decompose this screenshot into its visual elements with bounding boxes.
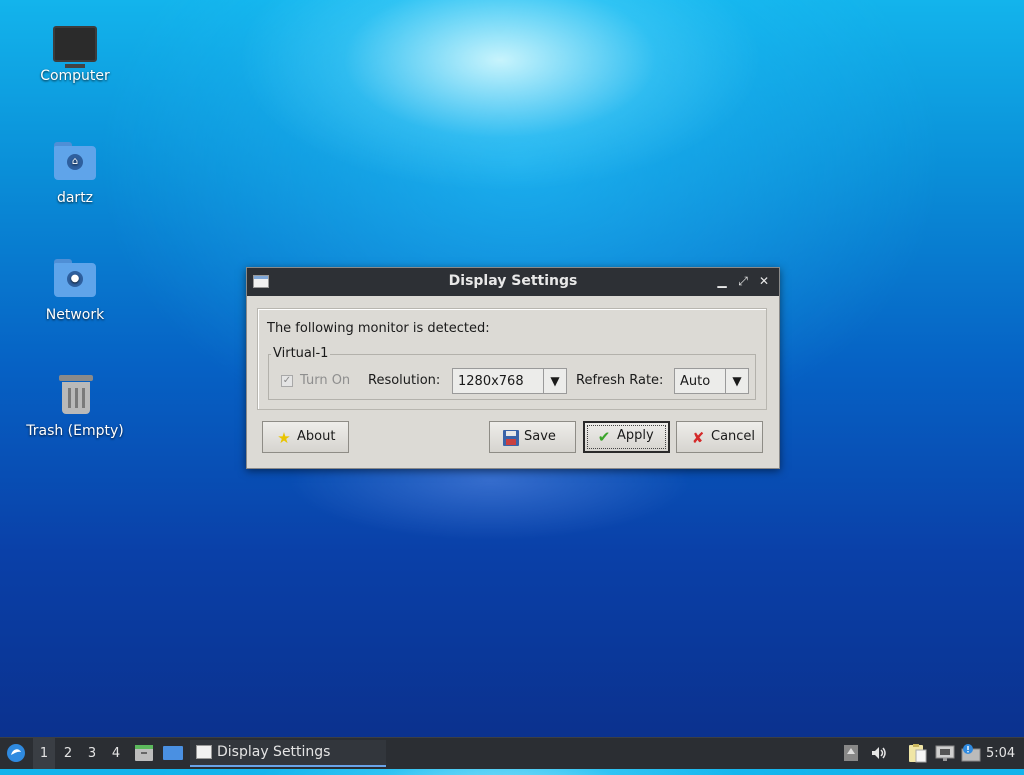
desktop-icon-label: Trash (Empty) bbox=[26, 423, 124, 439]
refresh-rate-select[interactable]: Auto ▼ bbox=[674, 368, 749, 394]
show-desktop-icon[interactable] bbox=[162, 744, 184, 762]
workspace-2[interactable]: 2 bbox=[57, 738, 79, 769]
display-settings-dialog: Display Settings ▁ ⤢ ✕ The following mon… bbox=[246, 267, 780, 469]
file-manager-launcher-icon[interactable] bbox=[134, 743, 154, 763]
desktop-icon-trash[interactable]: Trash (Empty) bbox=[20, 373, 130, 439]
desktop-icon-computer[interactable]: Computer bbox=[20, 22, 130, 84]
minimize-button[interactable]: ▁ bbox=[713, 272, 731, 290]
about-label: About bbox=[297, 429, 336, 444]
dropdown-arrow-icon: ▼ bbox=[725, 369, 748, 393]
network-folder-icon: ● bbox=[54, 257, 96, 301]
turn-on-checkbox[interactable]: ✓ bbox=[281, 375, 293, 387]
save-button[interactable]: Save bbox=[489, 421, 576, 453]
workspace-1[interactable]: 1 bbox=[33, 738, 55, 769]
apply-button[interactable]: ✔ Apply bbox=[583, 421, 670, 453]
task-label: Display Settings bbox=[217, 744, 331, 760]
cancel-x-icon: ✘ bbox=[691, 429, 705, 447]
resolution-value: 1280x768 bbox=[458, 374, 524, 389]
cancel-button[interactable]: ✘ Cancel bbox=[676, 421, 763, 453]
network-connection-icon[interactable] bbox=[934, 743, 956, 763]
window-icon bbox=[196, 745, 212, 759]
apply-label: Apply bbox=[617, 428, 654, 443]
taskbar-task-display-settings[interactable]: Display Settings bbox=[190, 740, 386, 767]
trash-icon bbox=[51, 373, 99, 417]
lxqt-logo-icon bbox=[7, 744, 25, 762]
close-button[interactable]: ✕ bbox=[755, 272, 773, 290]
save-label: Save bbox=[524, 429, 556, 444]
dialog-title: Display Settings bbox=[448, 273, 578, 289]
workspace-4[interactable]: 4 bbox=[105, 738, 127, 769]
tray-updates-icon[interactable] bbox=[843, 744, 859, 762]
maximize-button[interactable]: ⤢ bbox=[734, 272, 752, 290]
monitor-name: Virtual-1 bbox=[271, 346, 331, 361]
desktop-icon-label: Computer bbox=[40, 68, 110, 84]
start-menu-button[interactable] bbox=[4, 738, 28, 769]
dropdown-arrow-icon: ▼ bbox=[543, 369, 566, 393]
desktop-icon-network[interactable]: ● Network bbox=[20, 257, 130, 323]
clipboard-icon[interactable] bbox=[906, 743, 928, 763]
cancel-label: Cancel bbox=[711, 429, 756, 444]
computer-icon bbox=[53, 26, 97, 68]
desktop-icon-home[interactable]: ⌂ dartz bbox=[20, 140, 130, 206]
desktop-icon-label: Network bbox=[45, 307, 105, 323]
star-icon: ★ bbox=[277, 429, 291, 447]
desktop-icon-label: dartz bbox=[56, 190, 94, 206]
home-folder-icon: ⌂ bbox=[54, 140, 96, 184]
clock[interactable]: 5:04 bbox=[986, 738, 1015, 769]
workspace-3[interactable]: 3 bbox=[81, 738, 103, 769]
taskbar: 1 2 3 4 Display Settings 5:04 bbox=[0, 737, 1024, 769]
volume-icon[interactable] bbox=[870, 744, 888, 762]
resolution-select[interactable]: 1280x768 ▼ bbox=[452, 368, 567, 394]
refresh-rate-label: Refresh Rate: bbox=[576, 373, 664, 388]
resolution-label: Resolution: bbox=[368, 373, 441, 388]
refresh-rate-value: Auto bbox=[680, 374, 711, 389]
floppy-disk-icon bbox=[502, 429, 520, 447]
checkmark-icon: ✔ bbox=[597, 428, 611, 446]
turn-on-label: Turn On bbox=[300, 373, 351, 388]
notification-icon[interactable] bbox=[960, 743, 982, 763]
dialog-titlebar[interactable]: Display Settings ▁ ⤢ ✕ bbox=[247, 268, 779, 296]
detected-text: The following monitor is detected: bbox=[267, 321, 490, 336]
about-button[interactable]: ★ About bbox=[262, 421, 349, 453]
